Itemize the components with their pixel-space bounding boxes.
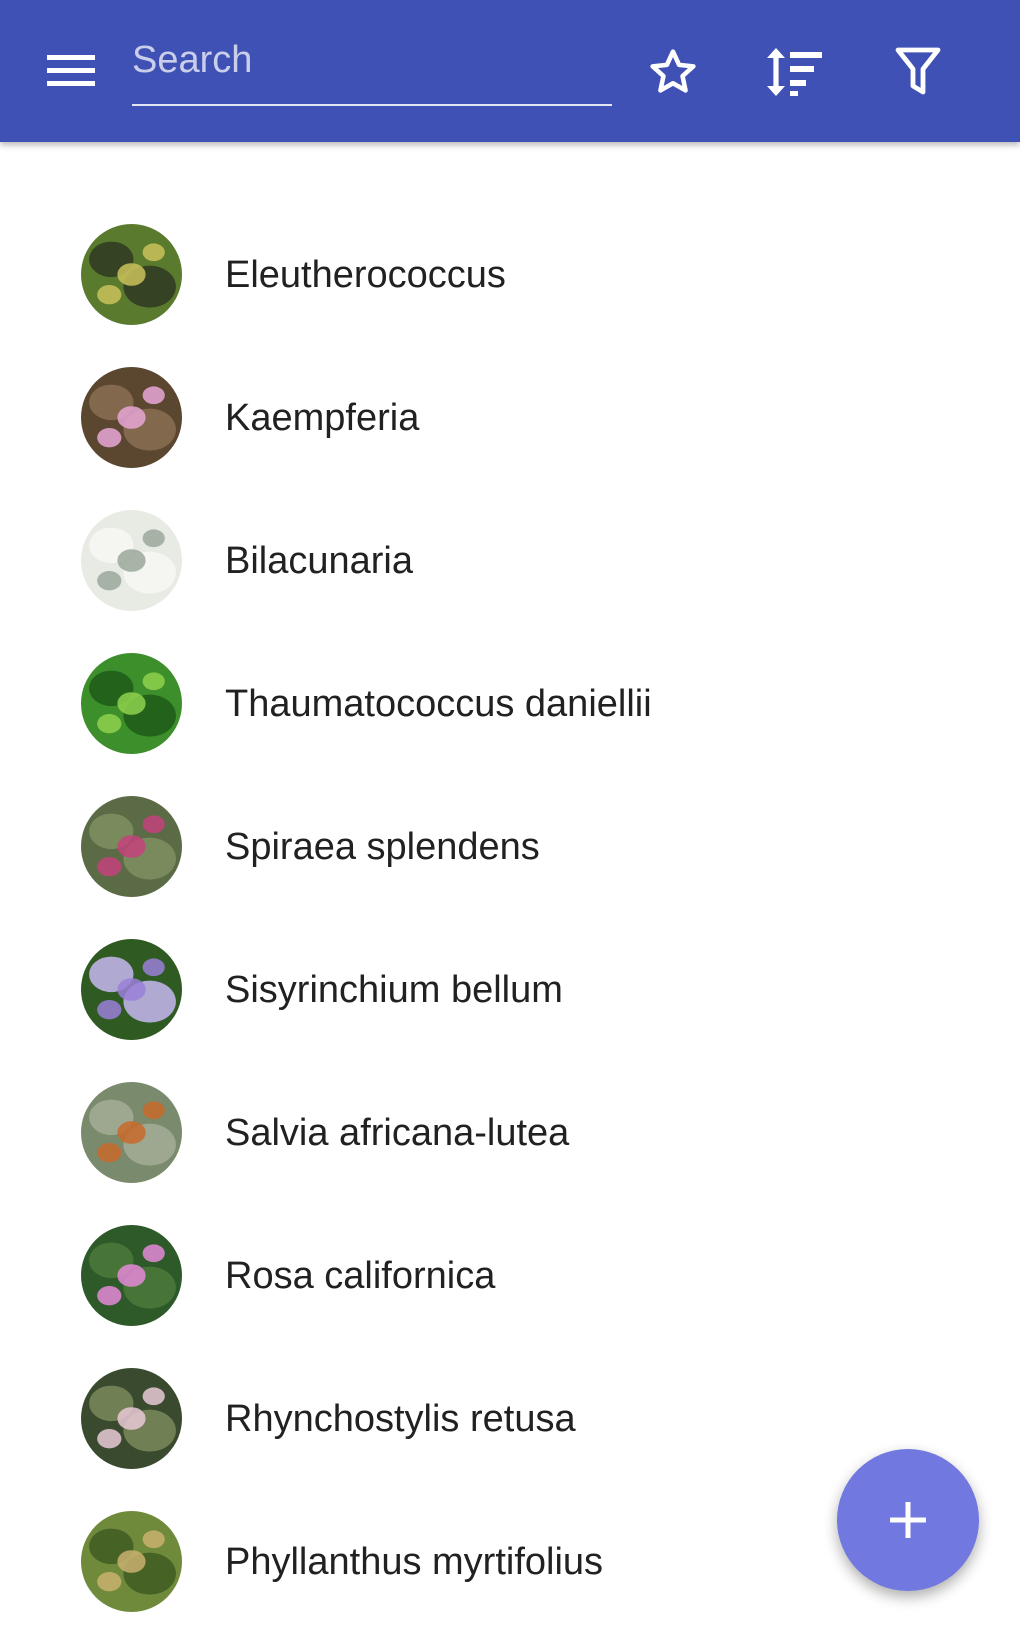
plant-thumbnail xyxy=(81,1511,182,1612)
plant-name: Eleutherococcus xyxy=(225,254,506,296)
list-item[interactable]: Thaumatococcus daniellii xyxy=(0,632,1020,775)
plant-thumbnail xyxy=(81,939,182,1040)
plant-name: Phyllanthus myrtifolius xyxy=(225,1541,604,1583)
search-field xyxy=(132,30,612,106)
menu-button[interactable] xyxy=(36,36,106,106)
plant-thumbnail xyxy=(81,1082,182,1183)
list-item[interactable]: Sisyrinchium bellum xyxy=(0,918,1020,1061)
filter-icon xyxy=(895,47,941,95)
list-item[interactable]: Bilacunaria xyxy=(0,489,1020,632)
add-plant-button[interactable] xyxy=(837,1449,979,1591)
sort-button[interactable] xyxy=(758,36,830,108)
hamburger-menu-icon xyxy=(47,55,95,86)
list-item[interactable]: Spiraea splendens xyxy=(0,775,1020,918)
sort-icon xyxy=(767,48,822,96)
plus-icon xyxy=(890,1502,926,1538)
plant-thumbnail xyxy=(81,224,182,325)
plant-name: Sisyrinchium bellum xyxy=(225,969,563,1011)
plant-thumbnail xyxy=(81,653,182,754)
search-input[interactable] xyxy=(132,30,612,90)
star-outline-icon xyxy=(650,49,696,93)
plant-name: Thaumatococcus daniellii xyxy=(225,683,652,725)
plant-thumbnail xyxy=(81,796,182,897)
plant-name: Salvia africana-lutea xyxy=(225,1112,570,1154)
filter-button[interactable] xyxy=(882,36,954,108)
plant-list: Eleutherococcus Kaempferia Bilacunaria Thau… xyxy=(0,203,1020,1633)
plant-thumbnail xyxy=(81,1368,182,1469)
plant-thumbnail xyxy=(81,1225,182,1326)
list-item[interactable]: Salvia africana-lutea xyxy=(0,1061,1020,1204)
plant-name: Rhynchostylis retusa xyxy=(225,1398,576,1440)
plant-name: Bilacunaria xyxy=(225,540,413,582)
list-item[interactable]: Rosa californica xyxy=(0,1204,1020,1347)
plant-thumbnail xyxy=(81,367,182,468)
list-item[interactable]: Eleutherococcus xyxy=(0,203,1020,346)
plant-name: Kaempferia xyxy=(225,397,420,439)
list-item[interactable]: Kaempferia xyxy=(0,346,1020,489)
plant-thumbnail xyxy=(81,510,182,611)
plant-name: Rosa californica xyxy=(225,1255,496,1297)
plant-name: Spiraea splendens xyxy=(225,826,540,868)
favorites-button[interactable] xyxy=(637,36,709,108)
app-bar xyxy=(0,0,1020,142)
